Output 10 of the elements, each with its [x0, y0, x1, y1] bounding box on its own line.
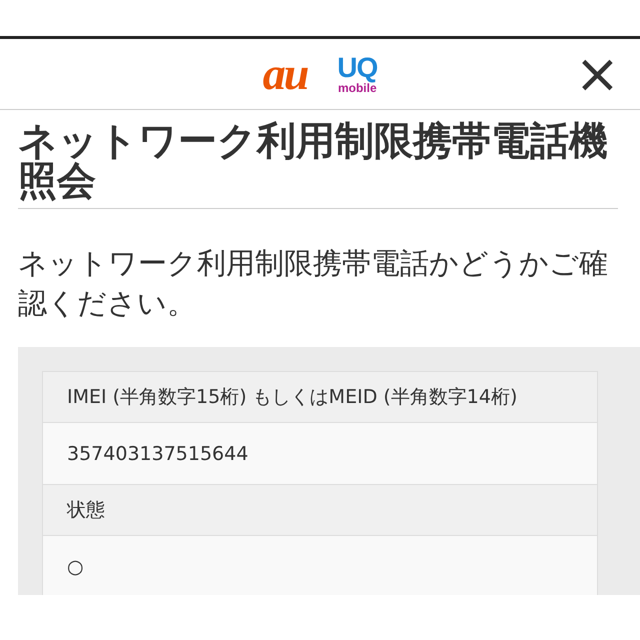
- au-logo: au: [262, 51, 308, 97]
- table-cell: 357403137515644: [43, 423, 597, 485]
- close-button[interactable]: ×: [574, 47, 620, 101]
- table-header-cell: 状態: [43, 485, 597, 536]
- table-header-cell: IMEI (半角数字15桁) もしくはMEID (半角数字14桁): [43, 372, 597, 423]
- description-text: ネットワーク利用制限携帯電話かどうかご確認ください。: [18, 245, 609, 322]
- logo-subtext: mobile: [338, 82, 377, 94]
- uq-logo: UQ: [337, 54, 378, 82]
- page-title: ネットワーク利用制限携帯電話機照会: [18, 122, 618, 209]
- table-cell: ○: [43, 536, 597, 595]
